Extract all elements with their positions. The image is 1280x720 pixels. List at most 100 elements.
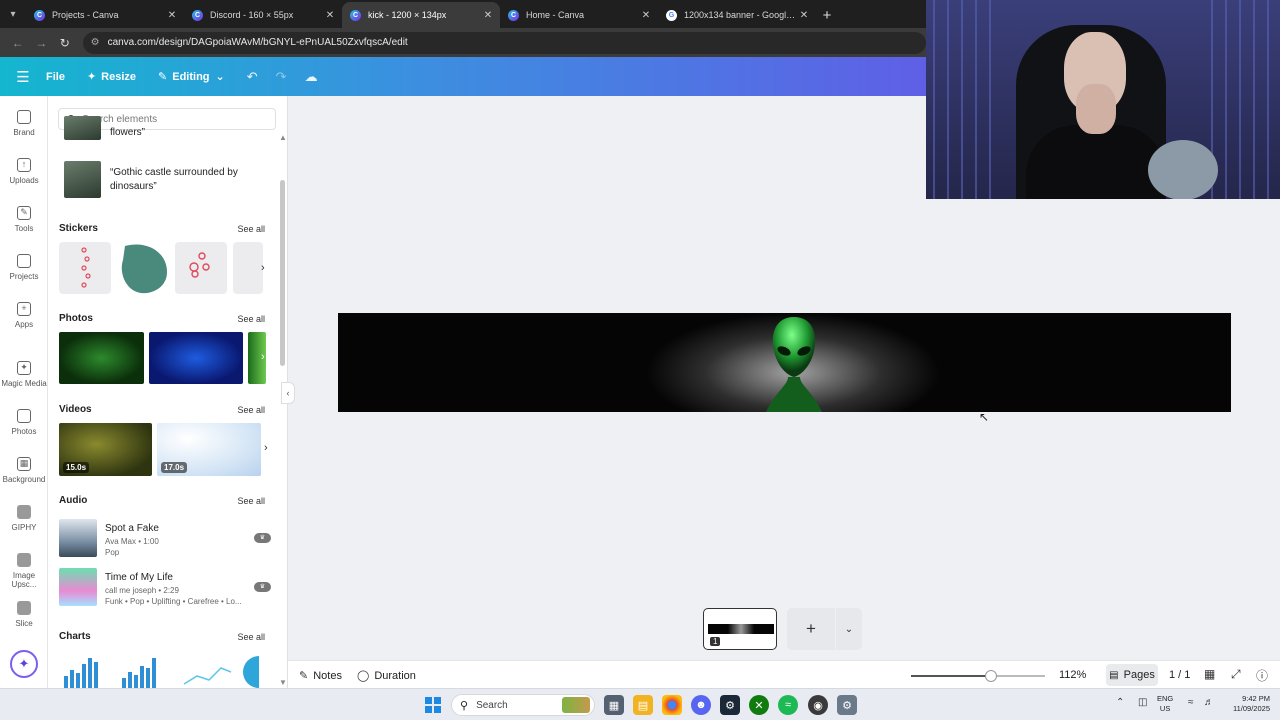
close-tab-icon[interactable]: ✕: [482, 10, 494, 21]
reload-icon[interactable]: ↻: [53, 31, 77, 55]
system-clock[interactable]: 9:42 PM 11/09/2025: [1224, 694, 1270, 714]
rail-item-brand[interactable]: Brand: [0, 110, 48, 137]
zoom-slider-handle[interactable]: [985, 670, 998, 682]
rail-item-tools[interactable]: ✎ Tools: [0, 206, 48, 233]
settings-icon[interactable]: ⚙: [837, 695, 857, 715]
photo-green-item[interactable]: [59, 332, 144, 384]
editing-mode-button[interactable]: ✎ Editing ⌄: [158, 70, 225, 84]
add-page-button[interactable]: +: [787, 608, 835, 650]
duration-button[interactable]: ◯ Duration: [357, 669, 416, 683]
videos-next-icon[interactable]: ›: [264, 442, 268, 454]
discord-icon[interactable]: ☻: [691, 695, 711, 715]
clock-time: 9:42 PM: [1242, 694, 1270, 703]
audio-see-all-link[interactable]: See all: [237, 496, 265, 506]
design-canvas-page[interactable]: [338, 313, 1231, 412]
browser-tab[interactable]: C Discord - 160 × 55px ✕: [184, 2, 342, 28]
sticker-item[interactable]: [233, 242, 263, 294]
redo-icon[interactable]: ↷: [276, 69, 287, 85]
stickers-see-all-link[interactable]: See all: [237, 224, 265, 234]
magic-assistant-button[interactable]: ✦: [10, 650, 38, 678]
video-item[interactable]: 15.0s: [59, 423, 152, 476]
suggestion-thumbnail: [64, 116, 101, 140]
scroll-down-icon[interactable]: ▼: [279, 678, 287, 687]
file-button[interactable]: File: [46, 71, 65, 83]
close-tab-icon[interactable]: ✕: [324, 10, 336, 21]
show-hidden-icons-icon[interactable]: ⌃: [1116, 697, 1124, 708]
steam-icon[interactable]: ⚙: [720, 695, 740, 715]
volume-icon[interactable]: ♬: [1204, 697, 1214, 708]
cloud-save-icon[interactable]: ☁: [305, 69, 318, 85]
add-page-options-button[interactable]: ⌄: [836, 608, 862, 650]
audio-track[interactable]: Spot a Fake Ava Max • 1:00 Pop ♛: [59, 519, 271, 557]
forward-icon[interactable]: →: [30, 31, 54, 55]
charts-see-all-link[interactable]: See all: [237, 632, 265, 642]
photos-next-icon[interactable]: ›: [261, 351, 265, 363]
stickers-next-icon[interactable]: ›: [261, 262, 265, 274]
search-input[interactable]: [82, 113, 253, 125]
audio-cover: [59, 519, 97, 557]
input-language-indicator[interactable]: ENG US: [1157, 694, 1173, 714]
wifi-icon[interactable]: ≈: [1188, 697, 1194, 708]
videos-see-all-link[interactable]: See all: [237, 405, 265, 415]
rail-item-slice[interactable]: Slice: [0, 601, 48, 628]
menu-icon[interactable]: ☰: [0, 68, 46, 86]
rail-item-magic-media[interactable]: ✦ Magic Media: [0, 361, 48, 388]
browser-tab[interactable]: C Projects - Canva ✕: [26, 2, 184, 28]
xbox-icon[interactable]: ✕: [749, 695, 769, 715]
rail-item-apps[interactable]: + Apps: [0, 302, 48, 329]
photo-blue-item[interactable]: [149, 332, 243, 384]
close-tab-icon[interactable]: ✕: [166, 10, 178, 21]
browser-tab-active[interactable]: C kick - 1200 × 134px ✕: [342, 2, 500, 28]
browser-tab[interactable]: G 1200x134 banner - Google Sea ✕: [658, 2, 816, 28]
resize-button[interactable]: ✦ Resize: [87, 70, 136, 84]
left-rail: Brand ↑ Uploads ✎ Tools Projects + Apps …: [0, 96, 48, 688]
browser-tab[interactable]: C Home - Canva ✕: [500, 2, 658, 28]
fullscreen-icon[interactable]: ⤢: [1231, 667, 1241, 682]
zoom-level[interactable]: 112%: [1059, 669, 1086, 681]
timer-icon: ◯: [357, 670, 370, 682]
rail-item-projects[interactable]: Projects: [0, 254, 48, 281]
rail-item-giphy[interactable]: GIPHY: [0, 505, 48, 532]
tab-search-icon[interactable]: ▾: [0, 0, 26, 28]
page-thumbnail[interactable]: 1: [703, 608, 777, 650]
taskbar-search-box[interactable]: ⚲ Search: [451, 694, 595, 716]
undo-icon[interactable]: ↶: [247, 69, 258, 85]
rail-item-image-upscaler[interactable]: Image Upsc...: [0, 553, 48, 589]
rail-item-photos[interactable]: Photos: [0, 409, 48, 436]
chevron-left-icon: ‹: [286, 388, 290, 398]
sticker-item[interactable]: [59, 242, 111, 294]
collapse-panel-button[interactable]: ‹: [281, 382, 295, 404]
audio-track[interactable]: Time of My Life call me joseph • 2:29 Fu…: [59, 568, 271, 606]
address-bar[interactable]: ⚙ canva.com/design/DAGpoiaWAvM/bGNYL-ePn…: [82, 31, 926, 54]
microphone-icon[interactable]: ◫: [1138, 697, 1147, 708]
file-explorer-icon[interactable]: ▤: [633, 695, 653, 715]
obs-icon[interactable]: ◉: [808, 695, 828, 715]
panel-scrollbar[interactable]: [280, 180, 285, 366]
spotify-icon[interactable]: ≈: [778, 695, 798, 715]
photos-see-all-link[interactable]: See all: [237, 314, 265, 324]
taskbar-search-label: Search: [476, 699, 508, 711]
scroll-up-icon[interactable]: ▲: [279, 133, 287, 142]
grid-view-icon[interactable]: ▦: [1204, 667, 1215, 681]
rail-item-uploads[interactable]: ↑ Uploads: [0, 158, 48, 185]
search-suggestion[interactable]: flowers”: [64, 116, 274, 140]
rail-item-background[interactable]: ▦ Background: [0, 457, 48, 484]
sticker-item[interactable]: [117, 242, 169, 294]
notes-button[interactable]: ✎ Notes: [299, 669, 342, 683]
close-tab-icon[interactable]: ✕: [640, 10, 652, 21]
sticker-rings-drawing: [189, 252, 210, 278]
close-tab-icon[interactable]: ✕: [798, 10, 810, 21]
windows-start-icon[interactable]: [425, 697, 441, 713]
video-item[interactable]: 17.0s: [157, 423, 261, 476]
pages-button[interactable]: ▤ Pages: [1106, 664, 1158, 686]
new-tab-button[interactable]: +: [816, 2, 838, 28]
site-info-icon[interactable]: ⚙: [91, 37, 100, 48]
help-icon[interactable]: ⓘ: [1256, 667, 1268, 684]
rail-item-label: Background: [2, 475, 46, 484]
audio-track-name: Time of My Life: [105, 572, 173, 583]
task-view-icon[interactable]: ▦: [604, 695, 624, 715]
chrome-icon[interactable]: [662, 695, 682, 715]
back-icon[interactable]: ←: [6, 31, 30, 55]
search-suggestion[interactable]: “Gothic castle surrounded by dinosaurs”: [64, 161, 274, 198]
sticker-item[interactable]: [175, 242, 227, 294]
